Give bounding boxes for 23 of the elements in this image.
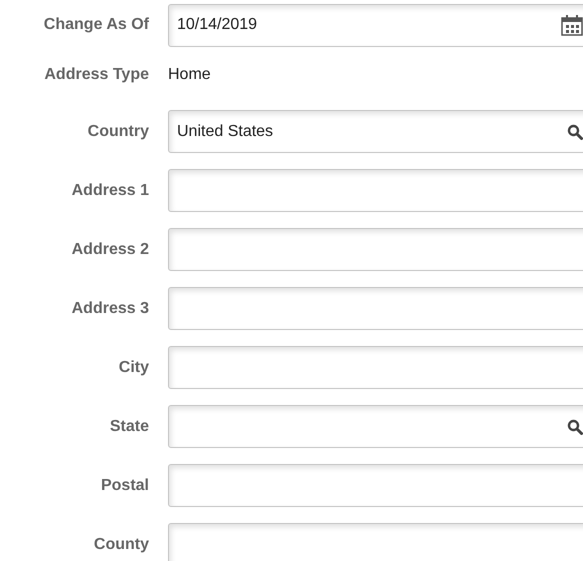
calendar-icon[interactable]	[561, 14, 583, 36]
field-value: Home	[168, 64, 211, 84]
field-label: Address Type	[43, 64, 150, 84]
search-icon[interactable]	[567, 418, 583, 434]
field-label: State	[108, 416, 150, 436]
input-field[interactable]	[168, 169, 583, 212]
field-label: Change As Of	[42, 15, 150, 35]
date-field[interactable]: 10/14/2019	[168, 4, 583, 46]
lookup-field[interactable]: United States	[168, 110, 583, 153]
input-field[interactable]	[168, 346, 583, 389]
input-field[interactable]	[168, 523, 583, 561]
input-field[interactable]	[168, 464, 583, 507]
field-label: City	[118, 358, 150, 378]
search-icon[interactable]	[567, 124, 583, 140]
lookup-field[interactable]	[168, 405, 583, 448]
input-field[interactable]	[168, 228, 583, 271]
field-label: Country	[86, 122, 150, 142]
field-label: Postal	[100, 476, 150, 496]
field-label: Address 1	[70, 180, 150, 200]
field-label: County	[92, 534, 150, 554]
field-label: Address 2	[70, 240, 150, 260]
input-field[interactable]	[168, 287, 583, 330]
field-label: Address 3	[70, 298, 150, 318]
